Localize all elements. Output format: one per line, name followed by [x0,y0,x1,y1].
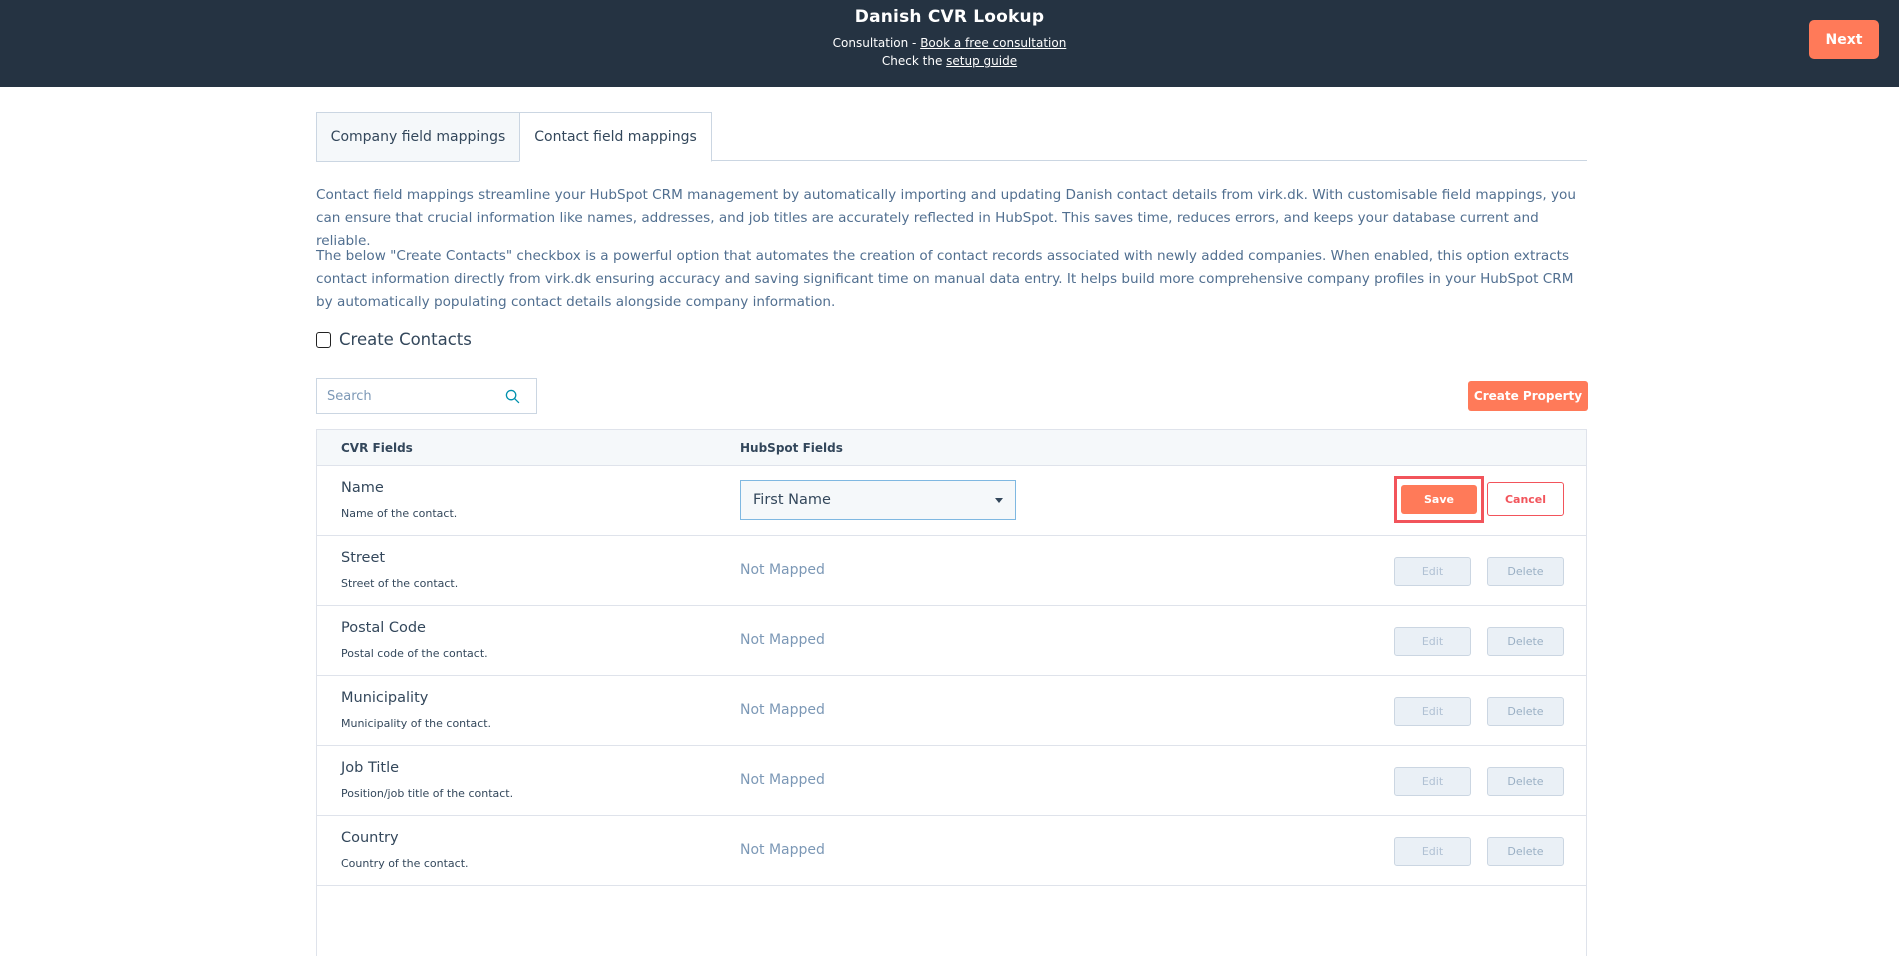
mapping-status: Not Mapped [740,702,825,718]
create-contacts-checkbox[interactable] [316,331,331,348]
setup-guide-line: Check the setup guide [0,54,1899,68]
cvr-field-description: Postal code of the contact. [341,647,488,660]
edit-button[interactable]: Edit [1394,557,1471,586]
cvr-field-name: Postal Code [341,620,426,636]
table-header: CVR Fields HubSpot Fields [317,429,1586,466]
save-button[interactable]: Save [1401,485,1477,514]
cvr-field-description: Street of the contact. [341,577,459,590]
table-row: Job Title Position/job title of the cont… [317,746,1586,816]
chevron-down-icon [995,498,1003,503]
create-contacts-checkbox-row[interactable]: Create Contacts [316,330,472,349]
field-mappings-table: CVR Fields HubSpot Fields Name Name of t… [316,429,1587,956]
consultation-prefix: Consultation - [832,36,921,50]
mapping-status: Not Mapped [740,772,825,788]
hubspot-field-select[interactable]: First Name [740,480,1016,520]
edit-button[interactable]: Edit [1394,627,1471,656]
edit-button[interactable]: Edit [1394,837,1471,866]
column-header-cvr-fields: CVR Fields [341,441,413,455]
cvr-field-description: Position/job title of the contact. [341,787,514,800]
consultation-line: Consultation - Book a free consultation [0,36,1899,50]
table-row [317,886,1586,956]
mapping-tabs: Company field mappings Contact field map… [316,112,1587,162]
book-consultation-link[interactable]: Book a free consultation [920,36,1066,50]
cvr-field-description: Country of the contact. [341,857,469,870]
cvr-field-name: Street [341,550,386,566]
delete-button[interactable]: Delete [1487,557,1564,586]
app-title: Danish CVR Lookup [854,7,1045,27]
hubspot-field-selected-value: First Name [753,492,831,508]
cvr-field-name: Name [341,480,384,496]
table-row: Postal Code Postal code of the contact. … [317,606,1586,676]
table-row: Municipality Municipality of the contact… [317,676,1586,746]
description-paragraph-1: Contact field mappings streamline your H… [316,187,1576,249]
delete-button[interactable]: Delete [1487,767,1564,796]
mapping-status: Not Mapped [740,632,825,648]
cvr-field-name: Municipality [341,690,429,706]
search-field[interactable] [316,378,537,414]
cancel-button[interactable]: Cancel [1487,482,1564,516]
table-row: Street Street of the contact. Not Mapped… [317,536,1586,606]
tab-company-field-mappings[interactable]: Company field mappings [316,112,520,162]
guide-prefix: Check the [881,54,947,68]
app-header: Danish CVR Lookup Consultation - Book a … [0,0,1899,87]
mapping-status: Not Mapped [740,842,825,858]
cvr-field-name: Job Title [341,760,400,776]
create-property-button[interactable]: Create Property [1468,381,1588,411]
search-icon[interactable] [505,389,520,404]
delete-button[interactable]: Delete [1487,627,1564,656]
edit-button[interactable]: Edit [1394,767,1471,796]
setup-guide-link[interactable]: setup guide [946,54,1017,68]
mapping-status: Not Mapped [740,562,825,578]
table-row: Name Name of the contact. First Name Sav… [317,466,1586,536]
delete-button[interactable]: Delete [1487,697,1564,726]
column-header-hubspot-fields: HubSpot Fields [740,441,843,455]
save-button-highlight: Save [1394,476,1484,523]
table-row: Country Country of the contact. Not Mapp… [317,816,1586,886]
cvr-field-description: Name of the contact. [341,507,458,520]
next-button[interactable]: Next [1809,20,1879,59]
description-paragraph-2: The below "Create Contacts" checkbox is … [316,248,1574,310]
search-input[interactable] [327,388,497,404]
delete-button[interactable]: Delete [1487,837,1564,866]
edit-button[interactable]: Edit [1394,697,1471,726]
tab-contact-field-mappings[interactable]: Contact field mappings [519,112,712,162]
cvr-field-description: Municipality of the contact. [341,717,492,730]
cvr-field-name: Country [341,830,399,846]
create-contacts-label: Create Contacts [339,330,472,349]
